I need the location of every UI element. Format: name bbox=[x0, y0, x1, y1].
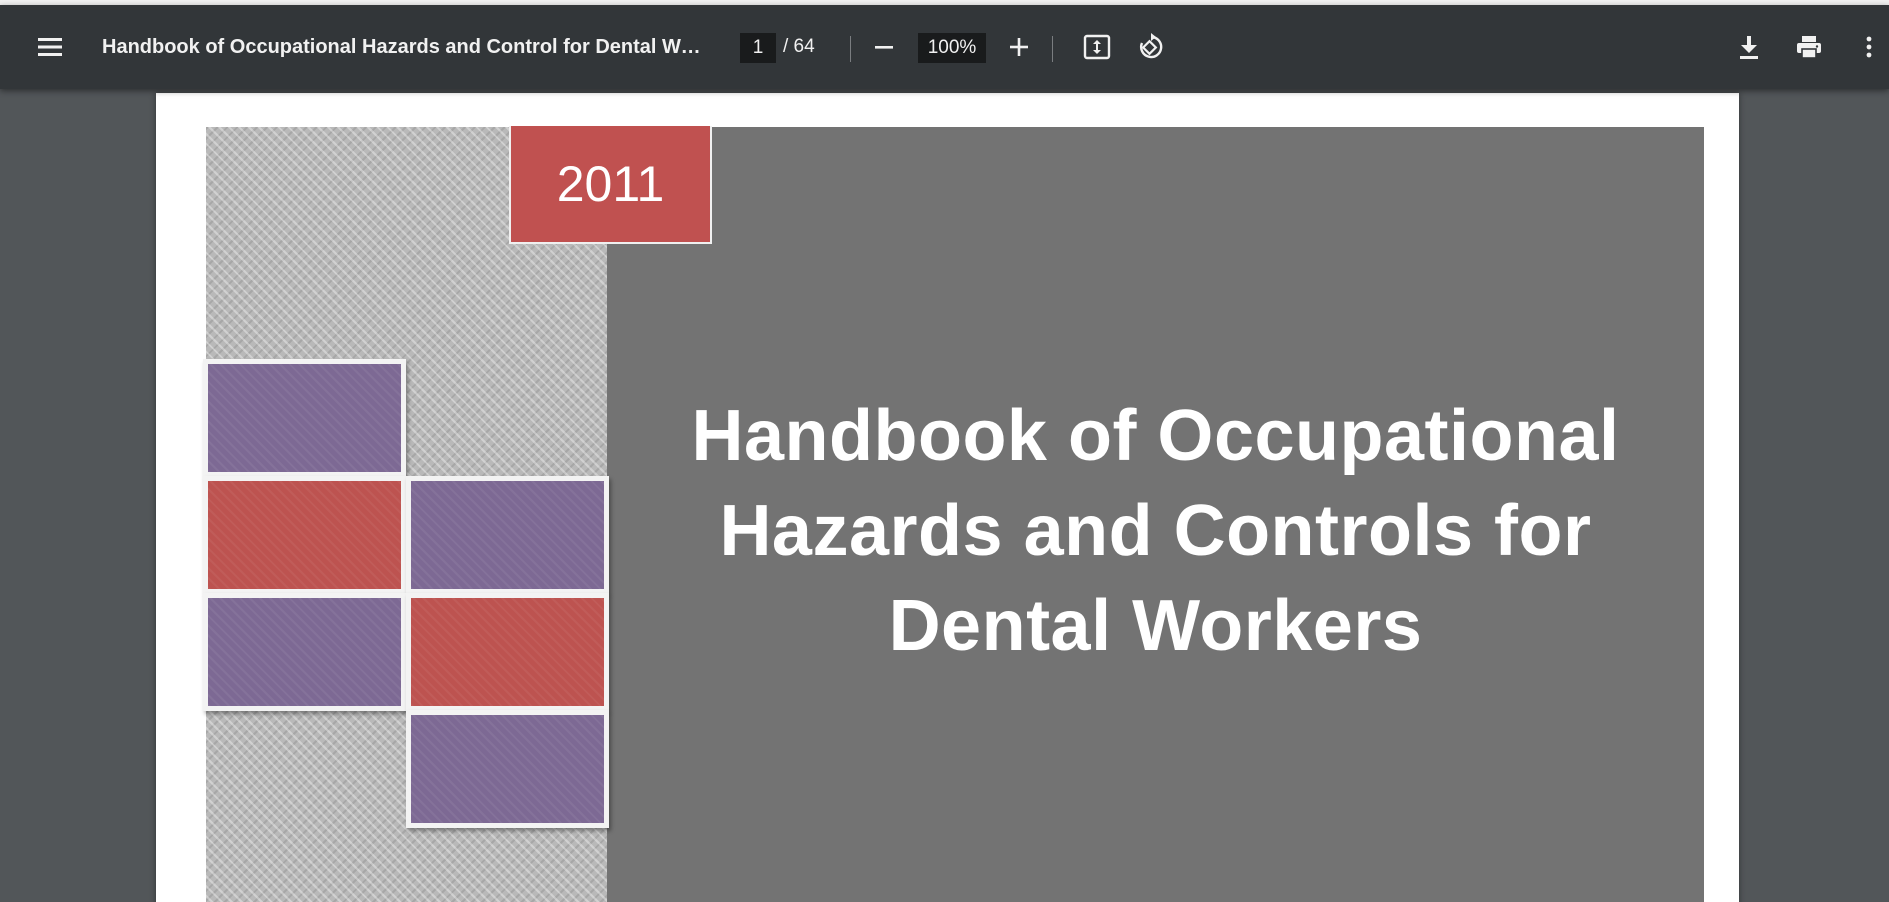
plus-icon bbox=[1010, 38, 1028, 56]
more-vertical-icon bbox=[1866, 36, 1872, 58]
cover-title-line: Handbook of Occupational bbox=[691, 396, 1620, 476]
pdf-viewport[interactable]: 2011 Handbook of Occupational Hazards an… bbox=[0, 89, 1889, 902]
cover-title: Handbook of Occupational Hazards and Con… bbox=[607, 389, 1704, 674]
decorative-block bbox=[203, 593, 406, 711]
fit-to-page-icon bbox=[1083, 34, 1111, 60]
decorative-block bbox=[406, 710, 609, 828]
zoom-out-button[interactable] bbox=[862, 5, 906, 89]
print-icon bbox=[1797, 36, 1821, 59]
cover-page: 2011 Handbook of Occupational Hazards an… bbox=[203, 126, 1704, 902]
toolbar-divider bbox=[850, 36, 851, 62]
decorative-block bbox=[203, 476, 406, 594]
decorative-block bbox=[406, 476, 609, 594]
download-button[interactable] bbox=[1727, 5, 1771, 89]
document-title: Handbook of Occupational Hazards and Con… bbox=[102, 36, 707, 58]
cover-title-line: Hazards and Controls for bbox=[719, 491, 1592, 571]
page-number-input[interactable] bbox=[740, 33, 776, 63]
fit-to-page-button[interactable] bbox=[1075, 5, 1119, 89]
minus-icon bbox=[875, 46, 893, 49]
page-total: / 64 bbox=[783, 36, 815, 57]
hamburger-menu-icon bbox=[38, 38, 62, 56]
menu-button[interactable] bbox=[28, 5, 72, 89]
toolbar-divider bbox=[1052, 36, 1053, 62]
year-badge: 2011 bbox=[509, 126, 712, 244]
rotate-button[interactable] bbox=[1129, 5, 1173, 89]
decorative-block bbox=[406, 593, 609, 711]
pdf-page: 2011 Handbook of Occupational Hazards an… bbox=[156, 93, 1739, 902]
zoom-in-button[interactable] bbox=[997, 5, 1041, 89]
rotate-icon bbox=[1140, 33, 1163, 59]
print-button[interactable] bbox=[1787, 5, 1831, 89]
cover-title-line: Dental Workers bbox=[888, 586, 1423, 666]
pdf-toolbar: Handbook of Occupational Hazards and Con… bbox=[0, 5, 1889, 89]
zoom-level-input[interactable] bbox=[918, 33, 986, 63]
more-actions-button[interactable] bbox=[1856, 5, 1882, 89]
cover-year: 2011 bbox=[556, 156, 665, 212]
decorative-block bbox=[203, 359, 406, 477]
download-icon bbox=[1740, 36, 1758, 59]
